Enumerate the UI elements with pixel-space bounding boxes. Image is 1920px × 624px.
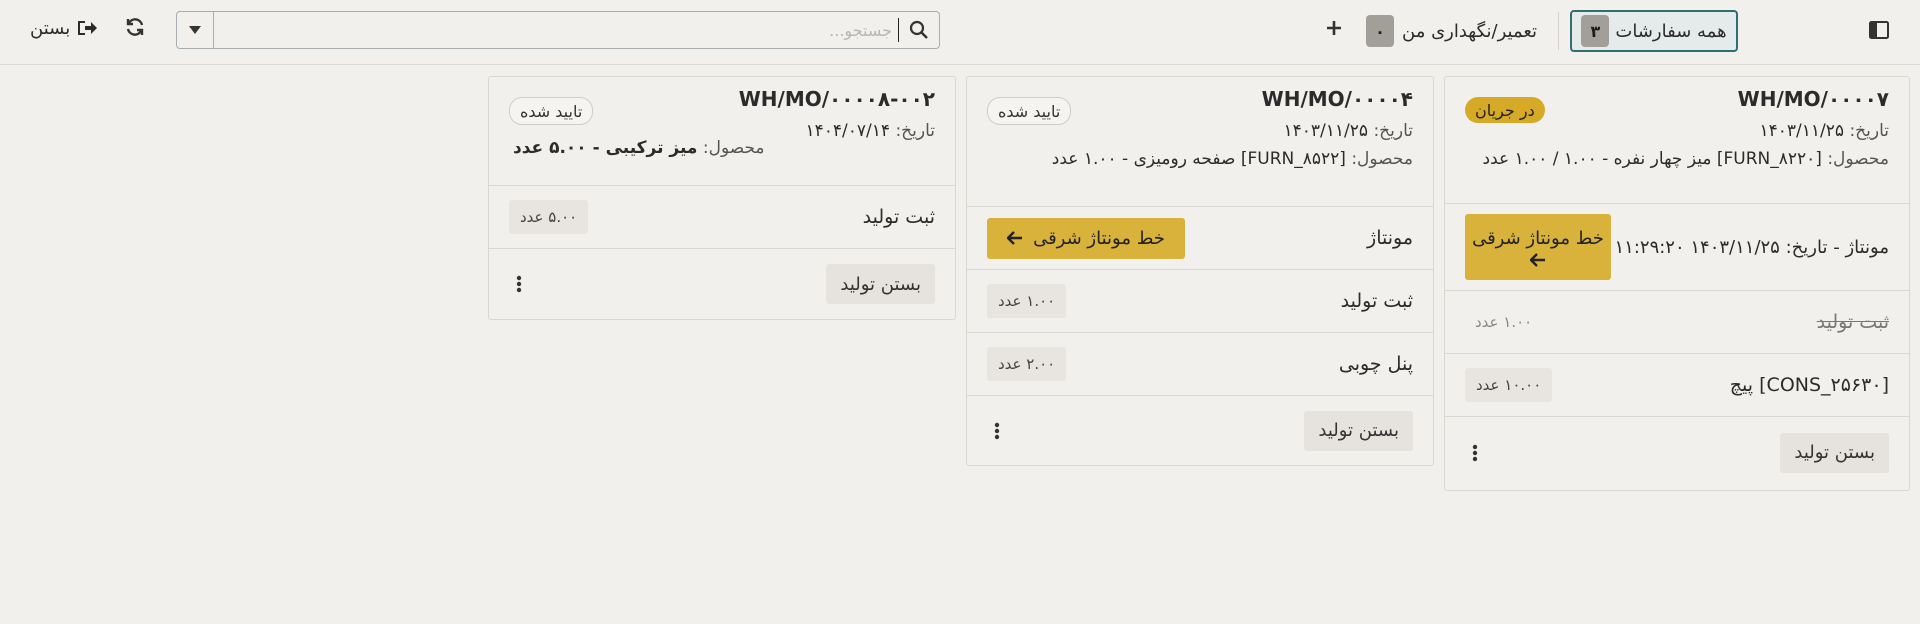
plus-icon [1327,21,1341,35]
kebab-menu-icon [1472,444,1478,461]
status-badge: در جریان [1465,97,1545,123]
card-header[interactable]: WH/MO/۰۰۰۰۷ در جریان تاریخ: ۱۴۰۳/۱۱/۲۵ م… [1445,77,1909,204]
date-label: تاریخ: [1849,121,1889,141]
workorder-date: ۱۴۰۳/۱۱/۲۵ ۱۱:۲۹:۲۰ [1614,236,1780,258]
product-label: محصول: [702,138,765,158]
top-bar: بستن جستجو... ۰ تعمیر/نگهداری من ۳ همه س… [0,0,1920,65]
kebab-menu-icon [994,422,1000,439]
arrow-left-icon [1530,252,1545,267]
sidebar-toggle-button[interactable] [1868,19,1890,41]
mo-product-line: محصول: میز ترکیبی - ۵.۰۰ عدد [513,134,765,162]
arrow-left-icon [1007,231,1023,245]
date-label: تاریخ: [1373,121,1413,141]
card-header[interactable]: WH/MO/۰۰۰۰۸-۰۰۲ تایید شده تاریخ: ۱۴۰۴/۰۷… [489,77,955,186]
mo-date: ۱۴۰۳/۱۱/۲۵ [1283,121,1369,141]
workorder-name: مونتاژ [1845,236,1889,258]
sidebar-icon [1869,21,1889,39]
workcenter-label: خط مونتاژ شرقی [1033,227,1165,249]
mo-card-00004: WH/MO/۰۰۰۰۴ تایید شده تاریخ: ۱۴۰۳/۱۱/۲۵ … [966,76,1434,466]
product-label: محصول: [1351,149,1413,169]
register-qty: ۱.۰۰ عدد [987,284,1067,318]
sign-out-icon [78,21,98,35]
mo-product-line: محصول: [FURN_۸۲۲۰] میز چهار نفره - ۱.۰۰ … [1465,145,1889,173]
status-badge: تایید شده [987,97,1072,125]
register-qty: ۵.۰۰ عدد [509,200,589,234]
component-qty: ۱۰.۰۰ عدد [1465,368,1553,402]
mo-date: ۱۴۰۳/۱۱/۲۵ [1759,121,1845,141]
workorder-info: مونتاژ - تاریخ: ۱۴۰۳/۱۱/۲۵ ۱۱:۲۹:۲۰ [1615,237,1890,258]
component-row[interactable]: [CONS_۲۵۶۳۰] پیچ ۱۰.۰۰ عدد [1445,354,1909,417]
more-options-button[interactable] [509,272,529,296]
close-label: بستن [30,17,71,39]
all-orders-label: همه سفارشات [1615,20,1727,42]
mo-product: [FURN_۸۲۲۰] میز چهار نفره - ۱.۰۰ / ۱.۰۰ … [1482,149,1822,169]
workorder-date-prefix: - تاریخ: [1785,236,1840,258]
workorder-row[interactable]: مونتاژ خط مونتاژ شرقی [967,207,1433,270]
maintenance-filter[interactable]: ۰ تعمیر/نگهداری من [1366,14,1537,48]
all-orders-filter[interactable]: ۳ همه سفارشات [1570,10,1738,52]
maintenance-label: تعمیر/نگهداری من [1402,20,1538,42]
divider [1558,12,1559,50]
more-options-button[interactable] [987,419,1007,443]
component-qty: ۲.۰۰ عدد [987,347,1067,381]
mo-date: ۱۴۰۴/۰۷/۱۴ [805,121,891,141]
caret-down-icon [189,26,201,34]
workcenter-button[interactable]: خط مونتاژ شرقی [987,217,1185,259]
kebab-menu-icon [516,275,522,293]
workorder-row[interactable]: مونتاژ - تاریخ: ۱۴۰۳/۱۱/۲۵ ۱۱:۲۹:۲۰ خط م… [1445,204,1909,291]
register-production-label: ثبت تولید [862,206,935,228]
close-production-button[interactable]: بستن تولید [826,264,935,304]
register-production-row[interactable]: ثبت تولید ۱.۰۰ عدد [1445,291,1909,354]
card-footer: بستن تولید [1445,417,1909,488]
search-options-toggle[interactable] [177,12,214,48]
close-production-button[interactable]: بستن تولید [1780,432,1889,473]
card-header[interactable]: WH/MO/۰۰۰۰۴ تایید شده تاریخ: ۱۴۰۳/۱۱/۲۵ … [967,77,1433,207]
mo-product: [FURN_۸۵۲۲] صفحه رومیزی - ۱.۰۰ عدد [1051,149,1346,169]
close-button[interactable]: بستن [30,14,98,42]
search-bar [176,11,940,49]
search-input[interactable] [214,12,898,48]
search-button[interactable] [899,12,939,48]
register-production-label: ثبت تولید [1340,290,1413,312]
component-row[interactable]: پنل چوبی ۲.۰۰ عدد [967,333,1433,396]
status-badge: تایید شده [509,97,594,125]
register-qty: ۱.۰۰ عدد [1475,313,1533,331]
component-label: پنل چوبی [1338,353,1413,375]
maintenance-count-badge: ۰ [1366,15,1394,47]
mo-card-00008-002: WH/MO/۰۰۰۰۸-۰۰۲ تایید شده تاریخ: ۱۴۰۴/۰۷… [488,76,956,320]
mo-card-00007: WH/MO/۰۰۰۰۷ در جریان تاریخ: ۱۴۰۳/۱۱/۲۵ م… [1444,76,1910,491]
more-options-button[interactable] [1465,441,1485,465]
workorder-name: مونتاژ [1367,227,1413,249]
register-production-label: ثبت تولید [1816,311,1889,333]
close-production-button[interactable]: بستن تولید [1304,410,1413,451]
add-button[interactable] [1322,16,1346,40]
product-label: محصول: [1827,149,1889,169]
refresh-button[interactable] [124,16,146,38]
mo-product: میز ترکیبی - ۵.۰۰ عدد [513,138,698,158]
refresh-icon [126,18,144,36]
register-production-row[interactable]: ثبت تولید ۱.۰۰ عدد [967,270,1433,333]
card-footer: بستن تولید [967,396,1433,465]
workcenter-button[interactable]: خط مونتاژ شرقی [1465,214,1611,280]
all-orders-count-badge: ۳ [1581,15,1610,47]
card-footer: بستن تولید [489,249,955,319]
date-label: تاریخ: [895,121,935,141]
search-icon [909,20,928,39]
mo-product-line: محصول: [FURN_۸۵۲۲] صفحه رومیزی - ۱.۰۰ عد… [987,145,1413,173]
component-label: [CONS_۲۵۶۳۰] پیچ [1729,374,1889,396]
workcenter-label: خط مونتاژ شرقی [1472,227,1604,249]
register-production-row[interactable]: ثبت تولید ۵.۰۰ عدد [489,186,955,249]
